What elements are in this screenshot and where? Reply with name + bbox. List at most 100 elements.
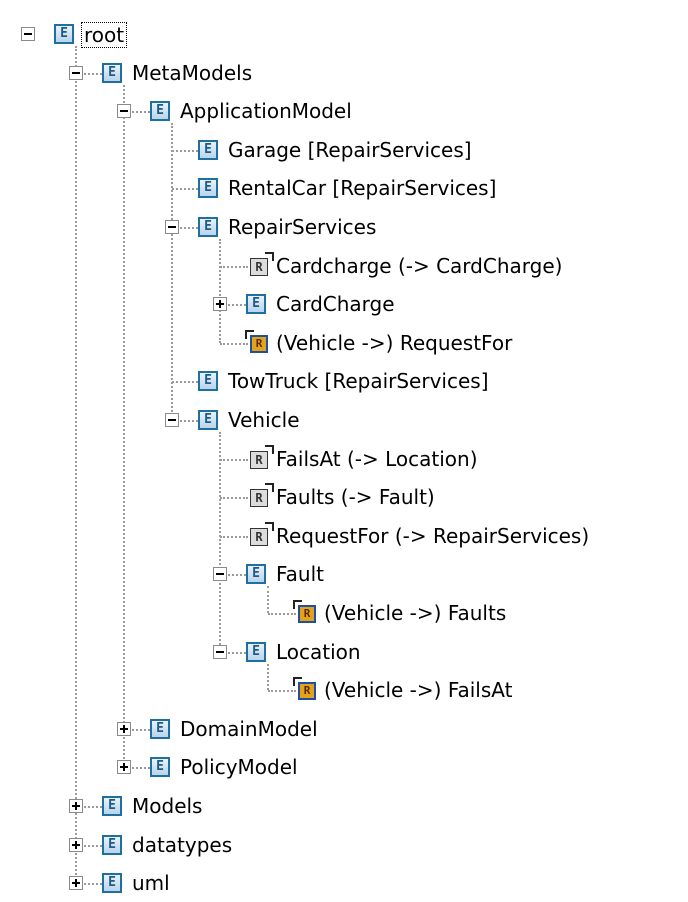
expand-toggle-icon[interactable] [117, 760, 131, 775]
tree-node-label[interactable]: Cardcharge (-> CardCharge) [276, 254, 562, 278]
element-icon: E [102, 62, 122, 83]
element-icon: E [246, 641, 266, 662]
tree-node-label[interactable]: datatypes [132, 833, 232, 857]
plus-bar [219, 300, 221, 309]
tree-node[interactable]: E Location [0, 633, 688, 671]
plus-bar [75, 840, 77, 849]
tree-node-label[interactable]: TowTruck [RepairServices] [228, 369, 489, 393]
tree-node[interactable]: R (Vehicle ->) Faults [0, 594, 688, 632]
tree-connector-horizontal [220, 265, 248, 268]
collapse-toggle-icon[interactable] [21, 27, 35, 41]
tree-node[interactable]: R (Vehicle ->) RequestFor [0, 324, 688, 362]
tree-node[interactable]: E Fault [0, 555, 688, 593]
icon-letter: E [204, 373, 212, 389]
element-icon: E [198, 178, 218, 199]
minus-bar [24, 33, 32, 35]
tree-node[interactable]: E Vehicle [0, 401, 688, 439]
reference-icon: R [250, 483, 274, 508]
expand-toggle-icon[interactable] [69, 799, 83, 813]
expand-toggle-icon[interactable] [213, 297, 227, 312]
collapse-toggle-icon[interactable] [213, 644, 227, 659]
tree-node[interactable]: E TowTruck [RepairServices] [0, 362, 688, 400]
reference-arrow-icon [265, 483, 274, 493]
icon-letter: E [108, 798, 116, 813]
tree-node[interactable]: Euml [0, 864, 688, 902]
icon-letter: E [60, 26, 68, 41]
tree-node[interactable]: Eroot [0, 15, 688, 53]
tree-node[interactable]: E PolicyModel [0, 748, 688, 786]
tree-node[interactable]: E RepairServices [0, 208, 688, 246]
opposite-arrow-icon [293, 677, 302, 687]
icon-letter: E [108, 836, 116, 852]
reference-icon: R [250, 521, 274, 546]
tree-node-label[interactable]: Models [132, 794, 202, 818]
collapse-toggle-icon[interactable] [165, 220, 179, 234]
element-icon: E [198, 371, 218, 392]
tree-connector-horizontal [220, 497, 248, 500]
element-icon: E [150, 718, 170, 739]
opposite-arrow-icon [293, 600, 302, 609]
collapse-toggle-icon[interactable] [165, 413, 179, 427]
icon-letter: E [108, 875, 116, 891]
tree-node[interactable]: R Faults (-> Fault) [0, 478, 688, 516]
tree-node-label[interactable]: MetaModels [132, 61, 252, 85]
tree-node[interactable]: R RequestFor (-> RepairServices) [0, 517, 688, 555]
opposite-arrow-icon [245, 329, 254, 339]
icon-letter: E [252, 296, 260, 312]
reference-arrow-icon [265, 444, 274, 454]
icon-letter: E [204, 180, 212, 196]
tree-connector-horizontal [220, 535, 248, 538]
icon-letter: E [156, 759, 164, 775]
tree-node[interactable]: E RentalCar [RepairServices] [0, 169, 688, 207]
tree-node[interactable]: E MetaModels [0, 54, 688, 92]
tree-node-label[interactable]: Location [276, 640, 361, 664]
plus-bar [75, 802, 77, 810]
tree-node[interactable]: E ApplicationModel [0, 92, 688, 130]
tree-node-label[interactable]: (Vehicle ->) FailsAt [324, 678, 512, 702]
tree-node-label[interactable]: root [81, 22, 128, 48]
tree-node-label[interactable]: Vehicle [228, 408, 300, 432]
collapse-toggle-icon[interactable] [117, 104, 131, 119]
plus-bar [75, 879, 77, 888]
tree-node[interactable]: E DomainModel [0, 710, 688, 748]
minus-bar [72, 71, 80, 74]
icon-letter: E [204, 219, 212, 234]
icon-letter: E [156, 103, 164, 119]
tree-node-label[interactable]: DomainModel [180, 717, 318, 741]
tree-node[interactable]: Edatatypes [0, 826, 688, 864]
tree-node-label[interactable]: Garage [RepairServices] [228, 138, 472, 162]
tree-node-label[interactable]: CardCharge [276, 292, 395, 316]
tree-node-label[interactable]: RentalCar [RepairServices] [228, 176, 496, 200]
tree-node[interactable]: E Models [0, 787, 688, 825]
tree-node-label[interactable]: RepairServices [228, 215, 376, 239]
tree-node-label[interactable]: PolicyModel [180, 755, 298, 779]
tree-connector-horizontal [268, 613, 296, 615]
tree-node[interactable]: E Garage [RepairServices] [0, 131, 688, 169]
tree-node-label[interactable]: FailsAt (-> Location) [276, 447, 478, 471]
tree-node-label[interactable]: RequestFor (-> RepairServices) [276, 524, 589, 548]
tree-node-label[interactable]: uml [132, 871, 170, 895]
element-icon: E [198, 410, 218, 430]
tree-node-label[interactable]: (Vehicle ->) RequestFor [276, 331, 512, 355]
icon-letter: E [252, 643, 260, 659]
tree-node-label[interactable]: (Vehicle ->) Faults [324, 601, 506, 625]
collapse-toggle-icon[interactable] [213, 567, 227, 582]
tree-node[interactable]: R (Vehicle ->) FailsAt [0, 671, 688, 709]
tree-connector-horizontal [220, 342, 248, 345]
tree-node[interactable]: R Cardcharge (-> CardCharge) [0, 247, 688, 285]
collapse-toggle-icon[interactable] [69, 65, 83, 80]
tree-node[interactable]: E CardCharge [0, 285, 688, 323]
expand-toggle-icon[interactable] [69, 837, 83, 852]
element-icon: E [198, 139, 218, 160]
minus-bar [216, 650, 224, 653]
expand-toggle-icon[interactable] [69, 876, 83, 891]
expand-toggle-icon[interactable] [117, 721, 131, 736]
tree-node-label[interactable]: Fault [276, 562, 324, 586]
tree-node[interactable]: R FailsAt (-> Location) [0, 440, 688, 478]
element-icon: E [102, 796, 122, 816]
tree-view[interactable]: Eroot E MetaModels E ApplicationModel E Garage… [0, 0, 688, 897]
element-icon: E [102, 834, 122, 855]
tree-node-label[interactable]: ApplicationModel [180, 99, 352, 123]
plus-bar [123, 763, 125, 772]
tree-node-label[interactable]: Faults (-> Fault) [276, 485, 435, 509]
